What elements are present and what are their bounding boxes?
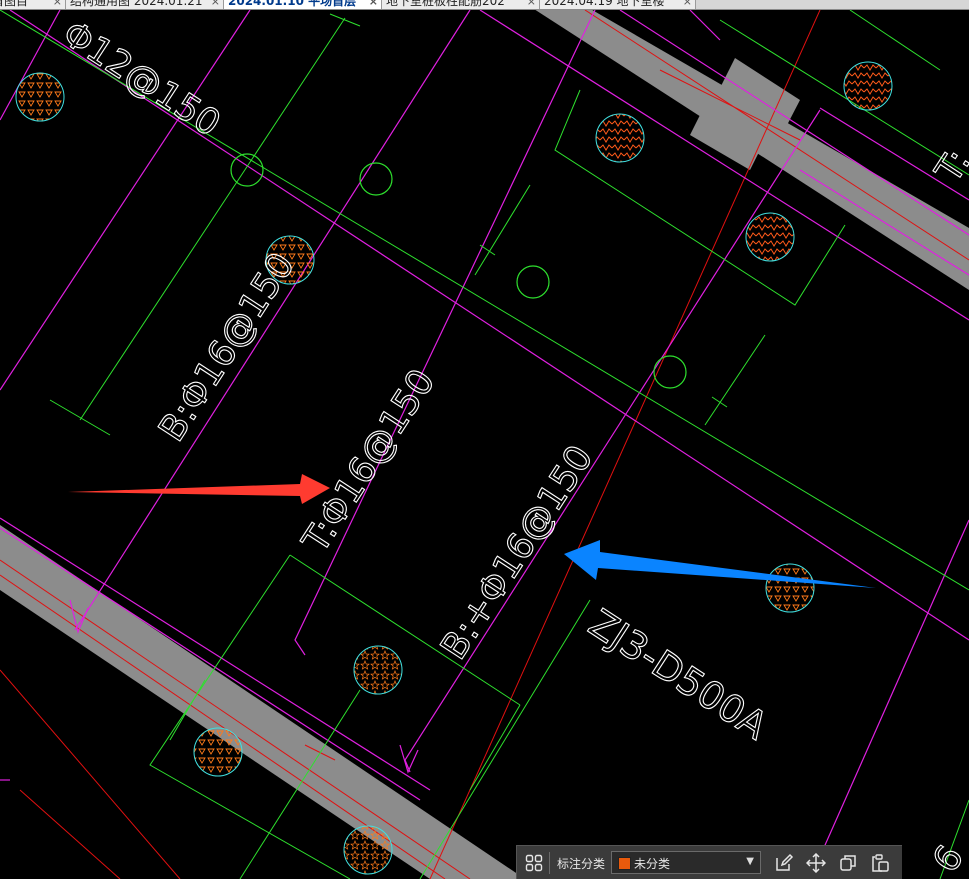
pile-4 bbox=[843, 61, 893, 111]
label-bottom-rebar-left[interactable]: B:Φ16@150 bbox=[151, 245, 304, 449]
red-axis-lines bbox=[0, 10, 969, 879]
close-icon[interactable]: × bbox=[53, 0, 62, 9]
tab-4[interactable]: 2024.04.19 地下室楼 × bbox=[540, 0, 696, 9]
concrete-beams bbox=[0, 10, 969, 879]
toolbar-separator bbox=[549, 852, 550, 874]
category-color-swatch bbox=[618, 857, 631, 870]
tab-1[interactable]: 结构通用图 2024.01.21 × bbox=[66, 0, 224, 9]
tab-label: 首图目 bbox=[0, 0, 29, 8]
tab-label: 结构通用图 2024.01.21 bbox=[70, 0, 203, 8]
pile-1 bbox=[15, 72, 65, 122]
tab-2[interactable]: 2024.01.10 平场首层 × bbox=[224, 0, 382, 9]
edit-icon[interactable] bbox=[771, 850, 797, 876]
chevron-down-icon: ▼ bbox=[746, 856, 754, 867]
pile-8 bbox=[193, 727, 243, 777]
annotation-toolbar: 标注分类 未分类 ▼ bbox=[516, 845, 902, 879]
tab-label: 2024.04.19 地下室楼 bbox=[544, 0, 665, 8]
close-icon[interactable]: × bbox=[527, 0, 536, 9]
copy-icon[interactable] bbox=[835, 850, 861, 876]
pile-7 bbox=[353, 645, 403, 695]
tab-label: 地下室桩板柱配筋202 bbox=[386, 0, 505, 8]
tab-3[interactable]: 地下室桩板柱配筋202 × bbox=[382, 0, 540, 9]
blue-arrow-annotation bbox=[564, 540, 876, 588]
label-edge-right-bottom[interactable]: 6 bbox=[925, 838, 969, 879]
label-pile-cap-id[interactable]: ZJ3-D500A bbox=[581, 600, 776, 749]
red-arrow-annotation bbox=[68, 474, 330, 504]
paste-icon[interactable] bbox=[867, 850, 893, 876]
pile-5 bbox=[745, 212, 795, 262]
piles bbox=[15, 61, 893, 875]
pile-9 bbox=[343, 825, 393, 875]
pile-6 bbox=[765, 563, 815, 613]
move-icon[interactable] bbox=[803, 850, 829, 876]
magenta-slab-lines bbox=[0, 10, 969, 879]
label-top-rebar-center[interactable]: T:Φ16@150 bbox=[294, 362, 444, 562]
tab-label: 2024.01.10 平场首层 bbox=[228, 0, 357, 8]
green-dimension-lines bbox=[0, 10, 969, 879]
close-icon[interactable]: × bbox=[683, 0, 692, 9]
category-select-value: 未分类 bbox=[634, 857, 671, 871]
tab-0[interactable]: 首图目 × bbox=[0, 0, 66, 9]
grid-icon[interactable] bbox=[521, 850, 547, 876]
annotation-category-label: 标注分类 bbox=[557, 857, 606, 871]
close-icon[interactable]: × bbox=[369, 0, 378, 9]
tab-bar: 首图目 × 结构通用图 2024.01.21 × 2024.01.10 平场首层… bbox=[0, 0, 969, 10]
cad-drawing-canvas[interactable]: Φ12@150 B:Φ16@150 T:Φ16@150 B:+Φ16@150 Z… bbox=[0, 10, 969, 879]
label-top-rebar[interactable]: Φ12@150 bbox=[55, 13, 228, 146]
annotation-category-select[interactable]: 未分类 ▼ bbox=[611, 851, 761, 874]
label-edge-right-top[interactable]: T: bbox=[927, 142, 969, 192]
close-icon[interactable]: × bbox=[211, 0, 220, 9]
pile-3 bbox=[595, 113, 645, 163]
